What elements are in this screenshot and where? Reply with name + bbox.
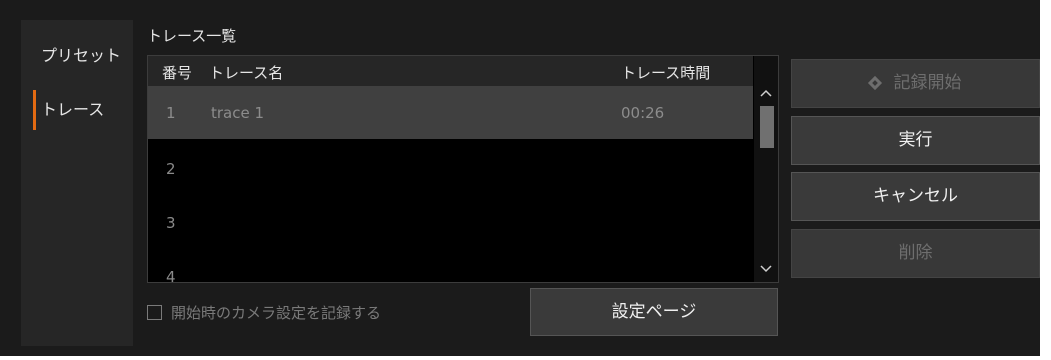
table-row[interactable]: 1 trace 1 00:26 — [148, 86, 753, 139]
column-header-name: トレース名 — [209, 64, 284, 82]
record-camera-settings-label: 開始時のカメラ設定を記録する — [171, 304, 382, 322]
vertical-scrollbar[interactable] — [754, 56, 778, 282]
row-number: 2 — [166, 160, 176, 178]
row-trace-time: 00:26 — [621, 104, 665, 122]
chevron-up-icon[interactable] — [754, 84, 778, 104]
start-recording-button[interactable]: 記録開始 — [791, 59, 1040, 108]
diamond-icon — [867, 75, 882, 91]
column-header-time: トレース時間 — [621, 64, 711, 82]
record-camera-settings-checkbox[interactable] — [147, 305, 162, 320]
record-camera-settings-option[interactable]: 開始時のカメラ設定を記録する — [147, 302, 381, 323]
sidebar-item-label: プリセット — [41, 46, 122, 65]
trace-list-title: トレース一覧 — [147, 27, 237, 45]
delete-button[interactable]: 削除 — [791, 229, 1040, 278]
table-row[interactable]: 4 — [148, 250, 753, 283]
trace-list: 番号 トレース名 トレース時間 1 trace 1 00:26 2 3 4 — [147, 55, 779, 283]
sidebar: プリセット トレース — [21, 20, 133, 346]
start-recording-label: 記録開始 — [893, 73, 962, 93]
execute-button[interactable]: 実行 — [791, 116, 1040, 165]
trace-list-header: 番号 トレース名 トレース時間 — [148, 56, 753, 86]
sidebar-item-preset[interactable]: プリセット — [21, 36, 133, 76]
row-trace-name: trace 1 — [211, 104, 265, 122]
column-header-number: 番号 — [162, 64, 193, 82]
trace-panel: プリセット トレース トレース一覧 番号 トレース名 トレース時間 1 trac… — [0, 0, 1040, 356]
cancel-button[interactable]: キャンセル — [791, 172, 1040, 221]
sidebar-item-label: トレース — [41, 100, 105, 119]
chevron-down-icon[interactable] — [754, 260, 778, 280]
table-row[interactable]: 2 — [148, 142, 753, 195]
sidebar-item-trace[interactable]: トレース — [21, 90, 133, 130]
settings-page-button[interactable]: 設定ページ — [530, 288, 778, 336]
row-number: 1 — [166, 104, 176, 122]
scrollbar-thumb[interactable] — [760, 106, 774, 148]
row-number: 4 — [166, 268, 176, 283]
row-number: 3 — [166, 214, 176, 232]
table-row[interactable]: 3 — [148, 196, 753, 249]
